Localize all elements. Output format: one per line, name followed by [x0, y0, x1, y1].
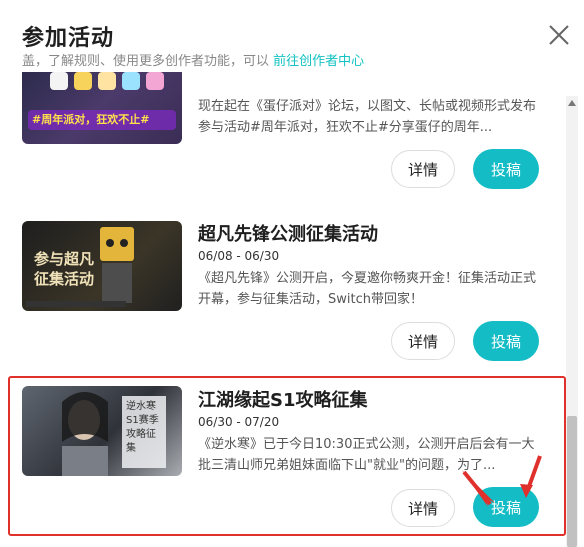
activity-item: 逆水寒 S1赛季攻略征集 江湖缘起S1攻略征集 06/30 - 07/20 《逆…	[0, 378, 566, 538]
activity-thumbnail[interactable]: #周年派对，狂欢不止#	[22, 72, 182, 144]
creator-center-link[interactable]: 前往创作者中心	[273, 54, 364, 68]
subline-text: 盖，了解规则、使用更多创作者功能，可以	[22, 54, 270, 68]
activity-title: 超凡先锋公测征集活动	[198, 224, 378, 245]
join-activity-dialog: 参加活动 盖，了解规则、使用更多创作者功能，可以 前往创作者中心 #周年派对，狂…	[0, 0, 584, 547]
activity-description: 现在起在《蛋仔派对》论坛，以图文、长帖或视频形式发布参与活动#周年派对，狂欢不止…	[198, 99, 537, 135]
activity-date: 06/30 - 07/20	[198, 415, 280, 429]
scroll-up-icon[interactable]	[566, 96, 578, 110]
activity-item: #周年派对，狂欢不止# 现在起在《蛋仔派对》论坛，以图文、长帖或视频形式发布参与…	[0, 72, 566, 224]
dialog-subline: 盖，了解规则、使用更多创作者功能，可以 前往创作者中心	[22, 50, 562, 68]
close-icon[interactable]	[546, 22, 572, 48]
thumb-caption: 参与超凡征集活动	[34, 250, 95, 288]
activity-title: 江湖缘起S1攻略征集	[198, 390, 368, 411]
thumb-caption: #周年派对，狂欢不止#	[32, 113, 150, 126]
activity-thumbnail[interactable]: 参与超凡征集活动	[22, 221, 182, 311]
dialog-title: 参加活动	[22, 26, 115, 51]
activity-list-scroll[interactable]: #周年派对，狂欢不止# 现在起在《蛋仔派对》论坛，以图文、长帖或视频形式发布参与…	[0, 72, 584, 547]
detail-button[interactable]: 详情	[391, 489, 455, 527]
scrollbar-thumb[interactable]	[567, 416, 577, 547]
activity-item: 参与超凡征集活动 超凡先锋公测征集活动 06/08 - 06/30 《超凡先锋》…	[0, 214, 566, 374]
thumb-caption: 逆水寒 S1赛季攻略征集	[126, 401, 159, 454]
detail-button[interactable]: 详情	[391, 150, 455, 188]
activity-date: 06/08 - 06/30	[198, 249, 280, 263]
submit-button[interactable]: 投稿	[473, 487, 539, 527]
submit-button[interactable]: 投稿	[473, 321, 539, 361]
submit-button[interactable]: 投稿	[473, 149, 539, 189]
activity-description: 《超凡先锋》公测开启，今夏邀你畅爽开金！征集活动正式开幕，参与征集活动，Swit…	[198, 271, 537, 307]
activity-description: 《逆水寒》已于今日10:30正式公测，公测开启后会有一大批三清山师兄弟姐妹面临下…	[198, 437, 535, 473]
detail-button[interactable]: 详情	[391, 322, 455, 360]
activity-thumbnail[interactable]: 逆水寒 S1赛季攻略征集	[22, 386, 182, 476]
